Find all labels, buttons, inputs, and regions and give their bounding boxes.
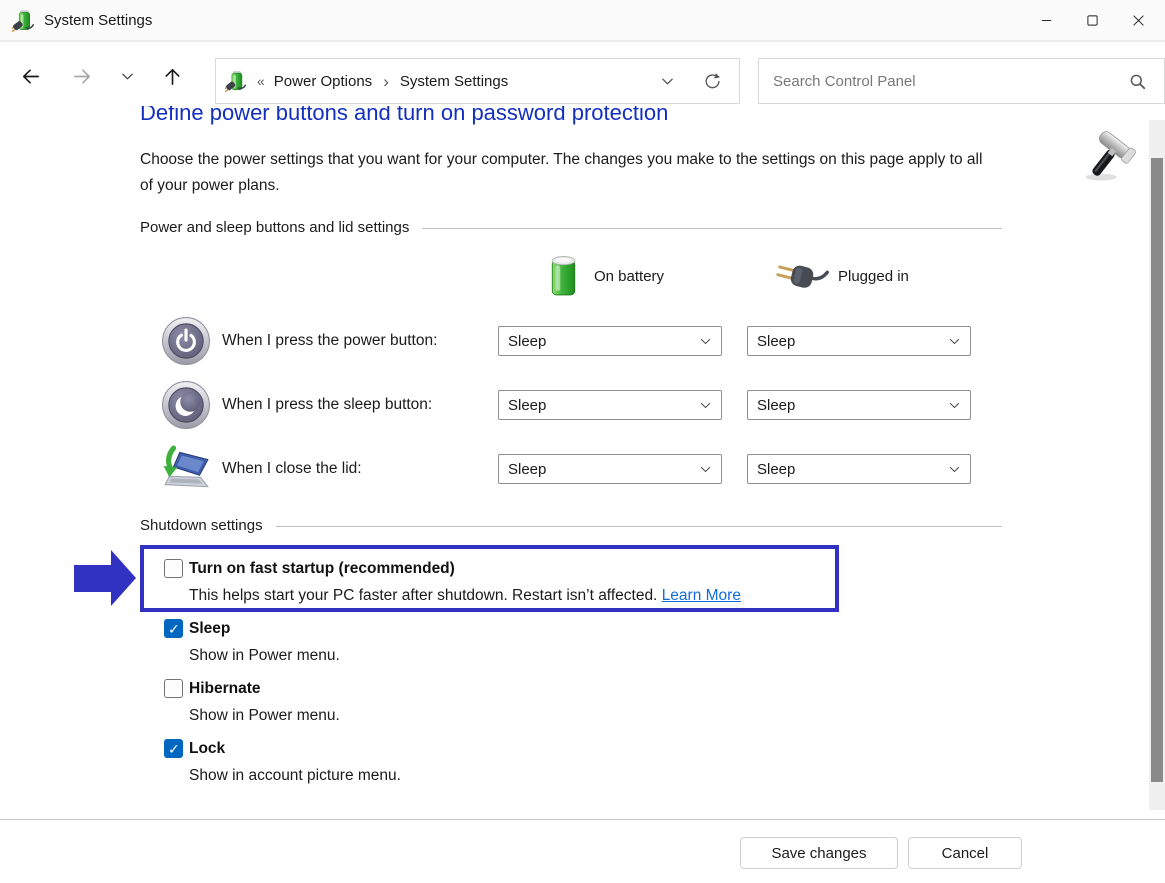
- section-rule: [422, 228, 1002, 229]
- select-value: Sleep: [757, 461, 795, 478]
- sleep-checkbox[interactable]: [164, 619, 183, 638]
- section-power-buttons-title: Power and sleep buttons and lid settings: [140, 219, 409, 236]
- sleep-label: Sleep: [189, 619, 230, 638]
- select-value: Sleep: [508, 397, 546, 414]
- sleep-button-plugged-in-select[interactable]: Sleep: [747, 390, 971, 420]
- select-value: Sleep: [757, 397, 795, 414]
- window-controls: [1023, 0, 1161, 40]
- chevron-down-icon: [699, 463, 712, 476]
- intro-text: Choose the power settings that you want …: [140, 147, 992, 199]
- hibernate-label: Hibernate: [189, 679, 261, 698]
- page-title: Define power buttons and turn on passwor…: [140, 106, 920, 126]
- lock-checkbox[interactable]: [164, 739, 183, 758]
- address-dropdown-chevron-icon[interactable]: [660, 74, 675, 89]
- window-title: System Settings: [44, 12, 152, 29]
- footer-divider: [0, 819, 1165, 820]
- address-bar[interactable]: « Power Options › System Settings: [215, 58, 740, 104]
- page-title-clip: Define power buttons and turn on passwor…: [140, 106, 920, 134]
- hammer-icon: [1080, 126, 1137, 186]
- scrollbar-track[interactable]: [1149, 120, 1165, 810]
- select-value: Sleep: [508, 461, 546, 478]
- maximize-icon: [1084, 12, 1101, 29]
- section-shutdown: Shutdown settings: [140, 517, 1002, 534]
- section-rule: [276, 526, 1002, 527]
- back-arrow-icon: [19, 65, 42, 88]
- annotation-arrow-shaft: [74, 565, 111, 592]
- forward-arrow-icon: [71, 65, 94, 88]
- chevron-down-icon: [699, 335, 712, 348]
- navigation-bar: « Power Options › System Settings: [0, 44, 1165, 106]
- power-button-row-label: When I press the power button:: [222, 332, 437, 350]
- fast-startup-desc: This helps start your PC faster after sh…: [189, 586, 741, 605]
- maximize-button[interactable]: [1069, 0, 1115, 40]
- system-settings-window: System Settings «: [0, 0, 1165, 883]
- up-button[interactable]: [157, 61, 187, 91]
- save-changes-button[interactable]: Save changes: [740, 837, 898, 869]
- search-input[interactable]: [759, 73, 1128, 90]
- on-battery-icon: [548, 253, 579, 298]
- close-button[interactable]: [1115, 0, 1161, 40]
- minimize-button[interactable]: [1023, 0, 1069, 40]
- breadcrumb-separator-icon: ›: [383, 73, 389, 90]
- sleep-button-icon: [161, 380, 211, 430]
- chevron-down-icon: [948, 463, 961, 476]
- select-value: Sleep: [508, 333, 546, 350]
- location-battery-icon: [225, 70, 247, 92]
- fast-startup-desc-text: This helps start your PC faster after sh…: [189, 587, 662, 604]
- chevron-down-icon: [699, 399, 712, 412]
- power-options-app-icon: [12, 9, 35, 32]
- lock-desc: Show in account picture menu.: [189, 766, 401, 785]
- close-lid-row-label: When I close the lid:: [222, 460, 362, 478]
- breadcrumb-item-power-options[interactable]: Power Options: [274, 73, 372, 90]
- annotation-arrow-icon: [74, 550, 136, 606]
- plugged-in-icon: [774, 260, 830, 294]
- learn-more-link[interactable]: Learn More: [662, 587, 741, 604]
- hibernate-checkbox[interactable]: [164, 679, 183, 698]
- annotation-arrow-head: [111, 550, 136, 606]
- hibernate-desc: Show in Power menu.: [189, 706, 340, 725]
- close-lid-icon: [161, 444, 211, 494]
- power-button-on-battery-select[interactable]: Sleep: [498, 326, 722, 356]
- chevron-down-icon: [948, 399, 961, 412]
- sleep-button-on-battery-select[interactable]: Sleep: [498, 390, 722, 420]
- recent-pages-button[interactable]: [112, 61, 142, 91]
- power-button-icon: [161, 316, 211, 366]
- refresh-icon[interactable]: [703, 72, 722, 91]
- fast-startup-label: Turn on fast startup (recommended): [189, 559, 455, 578]
- plugged-in-column-label: Plugged in: [838, 268, 909, 285]
- chevron-down-icon: [948, 335, 961, 348]
- search-box: [758, 58, 1165, 104]
- chevron-down-icon: [120, 69, 135, 84]
- sleep-desc: Show in Power menu.: [189, 646, 340, 665]
- cancel-button[interactable]: Cancel: [908, 837, 1022, 869]
- minimize-icon: [1038, 12, 1055, 29]
- section-shutdown-title: Shutdown settings: [140, 517, 263, 534]
- on-battery-column-label: On battery: [594, 268, 664, 285]
- close-icon: [1130, 12, 1147, 29]
- section-power-buttons: Power and sleep buttons and lid settings: [140, 219, 1002, 236]
- sleep-button-row-label: When I press the sleep button:: [222, 396, 432, 414]
- close-lid-on-battery-select[interactable]: Sleep: [498, 454, 722, 484]
- select-value: Sleep: [757, 333, 795, 350]
- fast-startup-checkbox[interactable]: [164, 559, 183, 578]
- scrollbar-thumb[interactable]: [1151, 158, 1163, 782]
- breadcrumb-item-system-settings[interactable]: System Settings: [400, 73, 508, 90]
- power-button-plugged-in-select[interactable]: Sleep: [747, 326, 971, 356]
- back-button[interactable]: [15, 61, 45, 91]
- breadcrumb-overflow-chevron[interactable]: «: [257, 73, 265, 89]
- forward-button[interactable]: [67, 61, 97, 91]
- lock-label: Lock: [189, 739, 225, 758]
- up-arrow-icon: [161, 65, 184, 88]
- search-icon[interactable]: [1128, 72, 1147, 91]
- close-lid-plugged-in-select[interactable]: Sleep: [747, 454, 971, 484]
- window-titlebar: System Settings: [0, 0, 1165, 42]
